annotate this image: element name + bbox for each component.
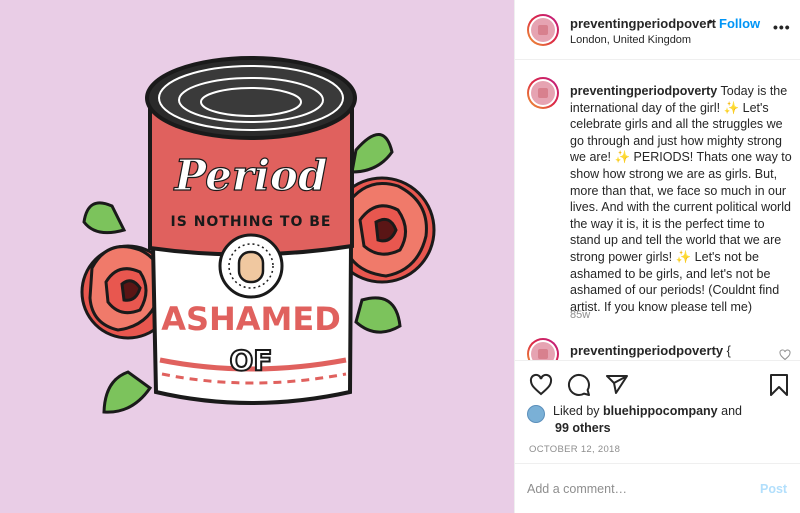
post-date[interactable]: OCTOBER 12, 2018 <box>529 444 620 455</box>
comment-like-icon[interactable] <box>779 349 791 360</box>
add-comment-bar: Post <box>515 463 800 513</box>
can-title-text: Period <box>174 151 328 200</box>
location-link[interactable]: London, United Kingdom <box>570 34 691 46</box>
comment-body: { <box>726 344 731 358</box>
comment-username[interactable]: preventingperiodpoverty <box>570 343 723 358</box>
caption-username[interactable]: preventingperiodpoverty <box>570 84 717 98</box>
more-options-icon[interactable]: ••• <box>773 19 791 35</box>
comment-icon[interactable] <box>567 373 591 397</box>
comment-avatar[interactable] <box>527 338 559 360</box>
follow-button[interactable]: Follow <box>719 16 760 31</box>
sparkles-icon: ✨ <box>675 249 692 264</box>
post-actions <box>515 360 800 400</box>
header-username[interactable]: preventingperiodpovert <box>570 16 716 31</box>
sparkles-icon: ✨ <box>614 150 631 165</box>
heart-icon[interactable] <box>529 373 553 397</box>
caption-avatar[interactable] <box>527 77 559 109</box>
liked-by-others[interactable]: 99 others <box>555 420 611 437</box>
post-side-panel: preventingperiodpovert • Follow London, … <box>514 0 800 513</box>
can-subtitle-text: IS NOTHING TO BE <box>171 214 332 230</box>
post-button[interactable]: Post <box>760 482 787 496</box>
period-can-illustration: Period IS NOTHING TO BE ASHAMED OF <box>80 56 436 414</box>
caption-timestamp[interactable]: 85w <box>570 309 590 321</box>
liked-by-user[interactable]: bluehippocompany <box>603 404 718 418</box>
can-of-text: OF <box>230 344 273 377</box>
liked-by-conj: and <box>721 404 742 418</box>
caption-text: preventingperiodpoverty Today is the int… <box>570 83 792 315</box>
post-header: preventingperiodpovert • Follow London, … <box>515 0 800 60</box>
liker-avatar[interactable] <box>527 405 545 423</box>
sparkles-icon: ✨ <box>723 100 740 115</box>
comment-text: preventingperiodpoverty { <box>570 343 731 358</box>
comment-input[interactable] <box>527 478 747 500</box>
share-icon[interactable] <box>605 373 629 397</box>
caption-part-3: PERIODS! Thats one way to show how stron… <box>570 150 792 264</box>
separator-dot: • <box>708 14 713 29</box>
comments-section[interactable]: preventingperiodpoverty Today is the int… <box>515 61 800 360</box>
liked-by-prefix: Liked by <box>553 404 600 418</box>
can-ashamed-text: ASHAMED <box>161 300 341 338</box>
post-image[interactable]: Period IS NOTHING TO BE ASHAMED OF <box>0 0 514 513</box>
bookmark-icon[interactable] <box>767 373 791 397</box>
avatar[interactable] <box>527 14 559 46</box>
liked-by-line: Liked by bluehippocompany and <box>553 403 742 420</box>
